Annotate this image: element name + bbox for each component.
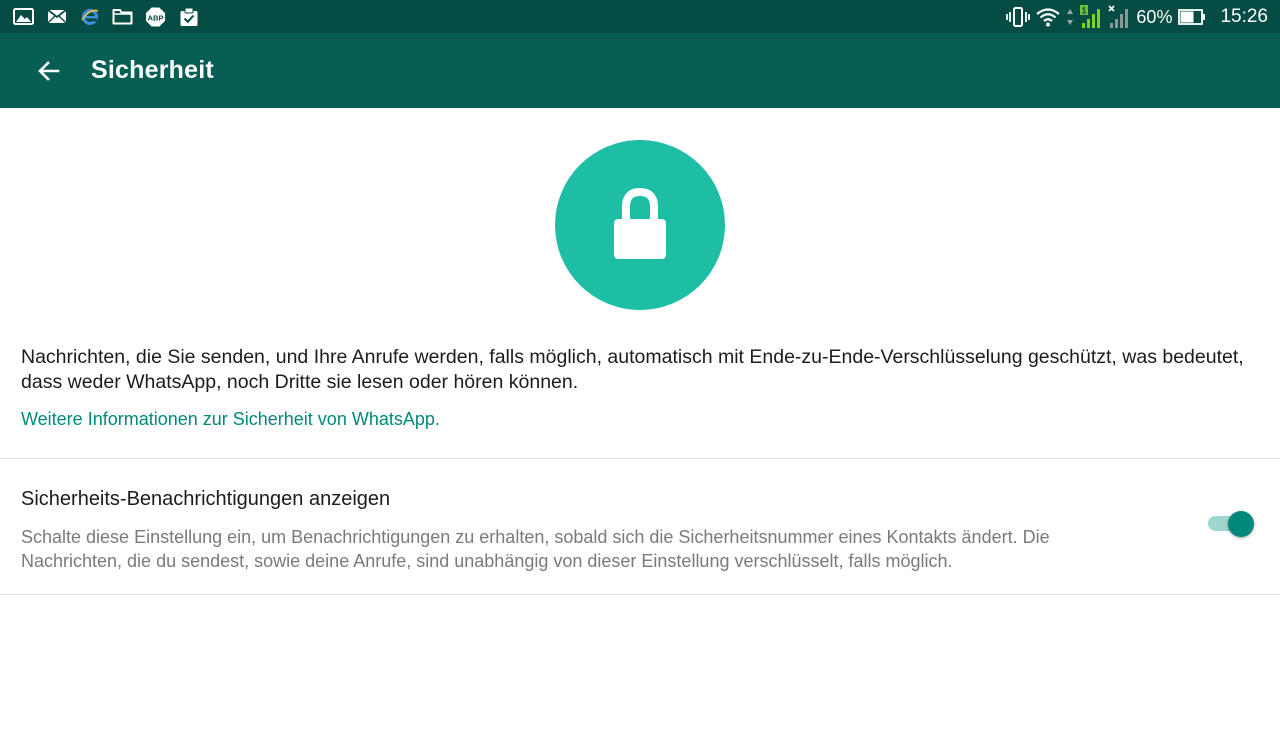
lock-badge <box>555 140 725 310</box>
wifi-icon <box>1036 6 1061 28</box>
app-bar: Sicherheit <box>0 33 1280 108</box>
adblock-label: ABP <box>147 13 163 22</box>
battery-icon <box>1178 6 1206 28</box>
folder-icon <box>112 7 133 26</box>
security-notifications-setting[interactable]: Sicherheits-Benachrichtigungen anzeigen … <box>0 459 1280 594</box>
notification-icons: ABP <box>13 6 199 27</box>
learn-more-link[interactable]: Weitere Informationen zur Sicherheit von… <box>21 407 440 431</box>
setting-description: Schalte diese Einstellung ein, um Benach… <box>21 527 1050 571</box>
divider-bottom <box>0 594 1280 595</box>
clipboard-check-icon <box>178 7 199 26</box>
lock-icon <box>614 187 666 259</box>
browser-icon <box>79 7 100 26</box>
setting-title: Sicherheits-Benachrichtigungen anzeigen <box>21 488 391 510</box>
sim-label: 1 <box>1082 5 1087 15</box>
system-status: 1 60% 15:26 <box>1006 4 1268 28</box>
back-button[interactable] <box>34 56 64 86</box>
adblock-icon: ABP <box>145 6 166 27</box>
clock: 15:26 <box>1220 5 1268 27</box>
battery-percent: 60% <box>1136 6 1173 27</box>
email-icon <box>46 7 67 26</box>
data-transfer-icon <box>1066 6 1074 28</box>
vibrate-icon <box>1006 6 1031 28</box>
arrow-left-icon <box>38 60 60 81</box>
encryption-description: Nachrichten, die Sie senden, und Ihre An… <box>21 346 1244 393</box>
status-bar: ABP 1 60% 15:26 <box>0 0 1280 33</box>
signal-sim1-icon: 1 <box>1080 4 1102 28</box>
security-notifications-toggle[interactable] <box>1208 511 1254 537</box>
toggle-thumb <box>1228 511 1254 537</box>
signal-sim2-icon <box>1108 4 1130 28</box>
gallery-icon <box>13 7 34 26</box>
page-title: Sicherheit <box>91 56 214 84</box>
